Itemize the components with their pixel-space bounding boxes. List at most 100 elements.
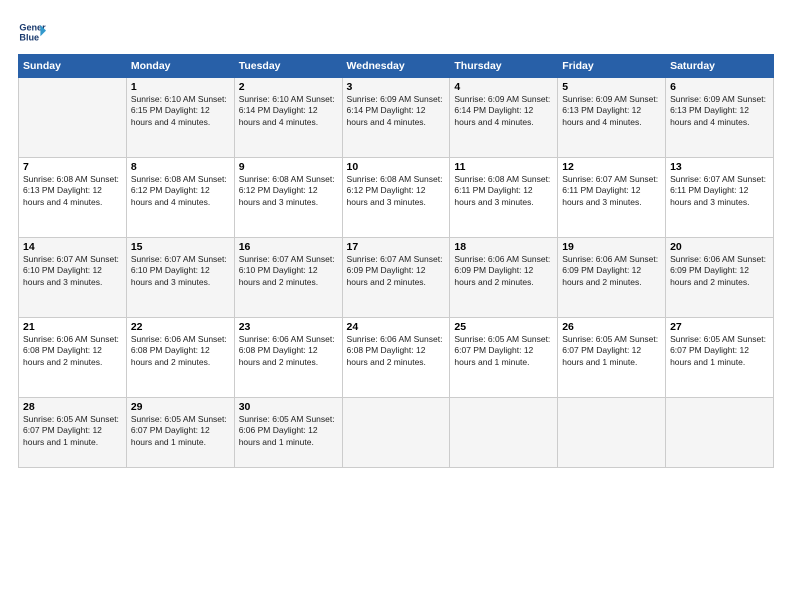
day-info: Sunrise: 6:07 AM Sunset: 6:10 PM Dayligh…	[239, 254, 338, 288]
calendar-cell	[558, 398, 666, 468]
calendar-page: General Blue SundayMondayTuesdayWednesda…	[0, 0, 792, 612]
calendar-table: SundayMondayTuesdayWednesdayThursdayFrid…	[18, 54, 774, 468]
day-info: Sunrise: 6:06 AM Sunset: 6:08 PM Dayligh…	[23, 334, 122, 368]
weekday-header: Wednesday	[342, 55, 450, 78]
calendar-cell: 8Sunrise: 6:08 AM Sunset: 6:12 PM Daylig…	[126, 158, 234, 238]
logo-icon: General Blue	[18, 18, 46, 46]
calendar-cell: 23Sunrise: 6:06 AM Sunset: 6:08 PM Dayli…	[234, 318, 342, 398]
day-number: 18	[454, 241, 553, 253]
day-number: 21	[23, 321, 122, 333]
day-number: 7	[23, 161, 122, 173]
day-info: Sunrise: 6:05 AM Sunset: 6:07 PM Dayligh…	[562, 334, 661, 368]
day-number: 14	[23, 241, 122, 253]
day-number: 5	[562, 81, 661, 93]
calendar-cell: 11Sunrise: 6:08 AM Sunset: 6:11 PM Dayli…	[450, 158, 558, 238]
weekday-header: Friday	[558, 55, 666, 78]
day-info: Sunrise: 6:07 AM Sunset: 6:09 PM Dayligh…	[347, 254, 446, 288]
day-info: Sunrise: 6:05 AM Sunset: 6:07 PM Dayligh…	[670, 334, 769, 368]
day-info: Sunrise: 6:08 AM Sunset: 6:13 PM Dayligh…	[23, 174, 122, 208]
day-number: 26	[562, 321, 661, 333]
calendar-cell: 4Sunrise: 6:09 AM Sunset: 6:14 PM Daylig…	[450, 78, 558, 158]
day-info: Sunrise: 6:06 AM Sunset: 6:08 PM Dayligh…	[131, 334, 230, 368]
day-number: 12	[562, 161, 661, 173]
day-info: Sunrise: 6:08 AM Sunset: 6:12 PM Dayligh…	[131, 174, 230, 208]
calendar-cell: 1Sunrise: 6:10 AM Sunset: 6:15 PM Daylig…	[126, 78, 234, 158]
day-info: Sunrise: 6:05 AM Sunset: 6:07 PM Dayligh…	[23, 414, 122, 448]
day-number: 29	[131, 401, 230, 413]
day-number: 27	[670, 321, 769, 333]
calendar-cell: 18Sunrise: 6:06 AM Sunset: 6:09 PM Dayli…	[450, 238, 558, 318]
calendar-cell: 6Sunrise: 6:09 AM Sunset: 6:13 PM Daylig…	[666, 78, 774, 158]
calendar-cell	[666, 398, 774, 468]
calendar-cell: 30Sunrise: 6:05 AM Sunset: 6:06 PM Dayli…	[234, 398, 342, 468]
calendar-cell: 29Sunrise: 6:05 AM Sunset: 6:07 PM Dayli…	[126, 398, 234, 468]
day-info: Sunrise: 6:06 AM Sunset: 6:09 PM Dayligh…	[562, 254, 661, 288]
day-number: 23	[239, 321, 338, 333]
calendar-cell: 20Sunrise: 6:06 AM Sunset: 6:09 PM Dayli…	[666, 238, 774, 318]
day-number: 11	[454, 161, 553, 173]
calendar-cell: 13Sunrise: 6:07 AM Sunset: 6:11 PM Dayli…	[666, 158, 774, 238]
day-number: 24	[347, 321, 446, 333]
calendar-cell: 12Sunrise: 6:07 AM Sunset: 6:11 PM Dayli…	[558, 158, 666, 238]
day-number: 1	[131, 81, 230, 93]
calendar-cell: 22Sunrise: 6:06 AM Sunset: 6:08 PM Dayli…	[126, 318, 234, 398]
calendar-cell: 19Sunrise: 6:06 AM Sunset: 6:09 PM Dayli…	[558, 238, 666, 318]
calendar-cell: 10Sunrise: 6:08 AM Sunset: 6:12 PM Dayli…	[342, 158, 450, 238]
day-info: Sunrise: 6:07 AM Sunset: 6:10 PM Dayligh…	[131, 254, 230, 288]
calendar-cell: 26Sunrise: 6:05 AM Sunset: 6:07 PM Dayli…	[558, 318, 666, 398]
day-info: Sunrise: 6:07 AM Sunset: 6:11 PM Dayligh…	[670, 174, 769, 208]
day-number: 10	[347, 161, 446, 173]
calendar-cell: 17Sunrise: 6:07 AM Sunset: 6:09 PM Dayli…	[342, 238, 450, 318]
calendar-cell: 25Sunrise: 6:05 AM Sunset: 6:07 PM Dayli…	[450, 318, 558, 398]
calendar-cell: 2Sunrise: 6:10 AM Sunset: 6:14 PM Daylig…	[234, 78, 342, 158]
day-number: 15	[131, 241, 230, 253]
calendar-cell: 21Sunrise: 6:06 AM Sunset: 6:08 PM Dayli…	[19, 318, 127, 398]
day-number: 3	[347, 81, 446, 93]
day-number: 17	[347, 241, 446, 253]
day-number: 8	[131, 161, 230, 173]
day-info: Sunrise: 6:09 AM Sunset: 6:13 PM Dayligh…	[670, 94, 769, 128]
day-number: 16	[239, 241, 338, 253]
weekday-header: Sunday	[19, 55, 127, 78]
day-info: Sunrise: 6:06 AM Sunset: 6:09 PM Dayligh…	[454, 254, 553, 288]
weekday-header: Monday	[126, 55, 234, 78]
day-info: Sunrise: 6:10 AM Sunset: 6:14 PM Dayligh…	[239, 94, 338, 128]
day-info: Sunrise: 6:08 AM Sunset: 6:11 PM Dayligh…	[454, 174, 553, 208]
day-number: 4	[454, 81, 553, 93]
calendar-cell	[19, 78, 127, 158]
calendar-cell: 28Sunrise: 6:05 AM Sunset: 6:07 PM Dayli…	[19, 398, 127, 468]
day-info: Sunrise: 6:09 AM Sunset: 6:14 PM Dayligh…	[347, 94, 446, 128]
day-info: Sunrise: 6:05 AM Sunset: 6:07 PM Dayligh…	[454, 334, 553, 368]
logo: General Blue	[18, 18, 50, 46]
day-number: 25	[454, 321, 553, 333]
svg-text:Blue: Blue	[19, 32, 39, 42]
day-info: Sunrise: 6:06 AM Sunset: 6:08 PM Dayligh…	[347, 334, 446, 368]
calendar-cell	[342, 398, 450, 468]
calendar-cell: 3Sunrise: 6:09 AM Sunset: 6:14 PM Daylig…	[342, 78, 450, 158]
calendar-cell: 5Sunrise: 6:09 AM Sunset: 6:13 PM Daylig…	[558, 78, 666, 158]
calendar-cell: 16Sunrise: 6:07 AM Sunset: 6:10 PM Dayli…	[234, 238, 342, 318]
day-number: 19	[562, 241, 661, 253]
day-info: Sunrise: 6:06 AM Sunset: 6:08 PM Dayligh…	[239, 334, 338, 368]
header: General Blue	[18, 18, 774, 46]
calendar-cell: 24Sunrise: 6:06 AM Sunset: 6:08 PM Dayli…	[342, 318, 450, 398]
day-info: Sunrise: 6:05 AM Sunset: 6:07 PM Dayligh…	[131, 414, 230, 448]
day-number: 9	[239, 161, 338, 173]
day-info: Sunrise: 6:07 AM Sunset: 6:11 PM Dayligh…	[562, 174, 661, 208]
calendar-cell: 14Sunrise: 6:07 AM Sunset: 6:10 PM Dayli…	[19, 238, 127, 318]
day-number: 20	[670, 241, 769, 253]
weekday-header: Saturday	[666, 55, 774, 78]
calendar-cell: 7Sunrise: 6:08 AM Sunset: 6:13 PM Daylig…	[19, 158, 127, 238]
weekday-header: Tuesday	[234, 55, 342, 78]
day-number: 28	[23, 401, 122, 413]
calendar-cell: 15Sunrise: 6:07 AM Sunset: 6:10 PM Dayli…	[126, 238, 234, 318]
day-info: Sunrise: 6:06 AM Sunset: 6:09 PM Dayligh…	[670, 254, 769, 288]
calendar-cell: 9Sunrise: 6:08 AM Sunset: 6:12 PM Daylig…	[234, 158, 342, 238]
day-info: Sunrise: 6:09 AM Sunset: 6:13 PM Dayligh…	[562, 94, 661, 128]
day-number: 6	[670, 81, 769, 93]
day-info: Sunrise: 6:05 AM Sunset: 6:06 PM Dayligh…	[239, 414, 338, 448]
calendar-cell: 27Sunrise: 6:05 AM Sunset: 6:07 PM Dayli…	[666, 318, 774, 398]
day-number: 30	[239, 401, 338, 413]
day-number: 2	[239, 81, 338, 93]
day-info: Sunrise: 6:08 AM Sunset: 6:12 PM Dayligh…	[239, 174, 338, 208]
